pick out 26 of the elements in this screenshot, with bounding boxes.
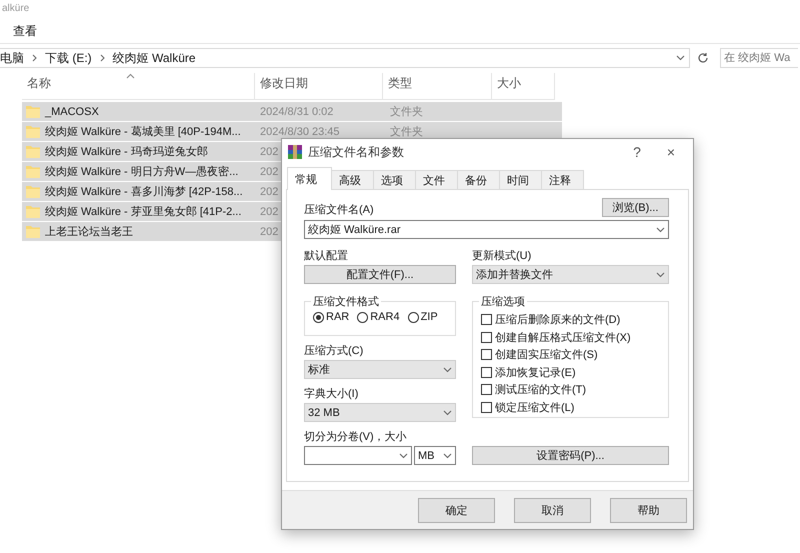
date-cell: 202 [260,146,278,158]
field-label: 压缩文件名(A) [304,203,374,217]
file-name: 绞肉姬 Walküre - 喜多川海梦 [42P-158... [45,184,243,199]
file-name: _MACOSX [45,106,99,118]
file-name: 绞肉姬 Walküre - 葛城美里 [40P-194M... [45,124,241,139]
field-label: 压缩方式(C) [304,345,364,357]
file-name: 绞肉姬 Walküre - 芽亚里兔女郎 [41P-2... [45,204,242,219]
field-label: 切分为分卷(V)，大小 [304,431,407,443]
field-label: 默认配置 [304,249,349,263]
file-name: 绞肉姬 Walküre - 明日方舟W—愚夜密... [45,164,238,179]
date-cell: 202 [260,226,278,238]
dialog-title: 压缩文件名和参数 [308,144,405,160]
window-title: alküre [1,3,30,15]
date-cell: 2024/8/31 0:02 [260,106,334,118]
date-cell: 202 [260,166,278,178]
date-cell: 202 [260,186,278,198]
file-name: 上老王论坛当老王 [45,225,133,239]
group-title: 压缩文件格式 [312,294,380,309]
field-label: 字典大小(I) [304,388,358,400]
date-cell: 2024/8/30 23:45 [260,126,340,138]
type-cell-text: 文件夹 [390,104,423,119]
group-title: 压缩选项 [480,294,526,309]
field-label: 更新模式(U) [472,249,532,263]
file-name: 绞肉姬 Walküre - 玛奇玛逆兔女郎 [45,144,208,159]
type-cell-text: 文件夹 [390,124,423,139]
date-cell: 202 [260,206,278,218]
